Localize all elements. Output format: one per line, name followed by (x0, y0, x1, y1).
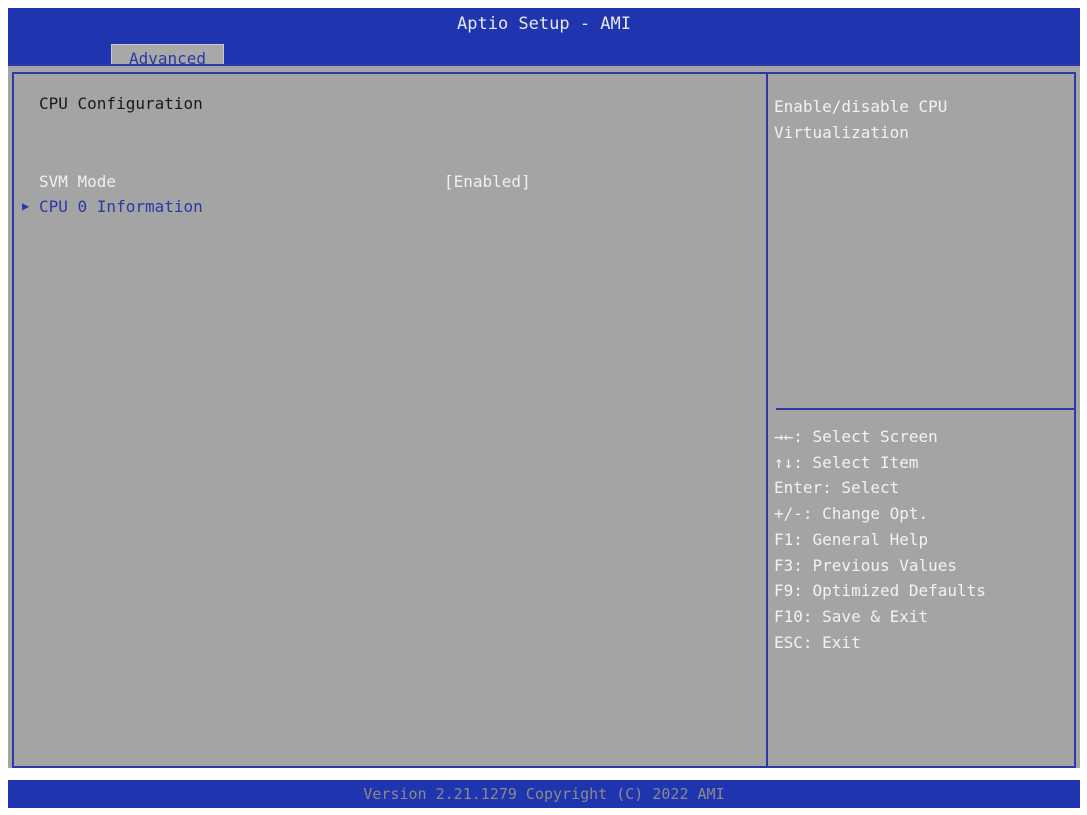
option-svm-mode-value[interactable]: [Enabled] (444, 172, 531, 191)
title-bar: Aptio Setup - AMI Advanced (8, 8, 1080, 72)
help-description: Enable/disable CPU Virtualization (774, 94, 1064, 146)
help-line: Virtualization (774, 123, 909, 142)
key-select-item: ↑↓: Select Item (774, 452, 919, 472)
main-panel: CPU Configuration SVM Mode [Enabled] ▶ C… (8, 64, 1080, 768)
key-esc-exit: ESC: Exit (774, 632, 861, 652)
section-title: CPU Configuration (39, 94, 203, 113)
key-change-opt: +/-: Change Opt. (774, 504, 929, 524)
help-divider (776, 408, 1076, 410)
key-enter-select: Enter: Select (774, 478, 900, 498)
panel-border (12, 72, 1076, 768)
help-line: Enable/disable CPU (774, 97, 948, 116)
option-svm-mode[interactable]: SVM Mode (39, 172, 116, 191)
key-save-exit: F10: Save & Exit (774, 606, 929, 626)
triangle-right-icon: ▶ (22, 199, 30, 213)
key-optimized-defaults: F9: Optimized Defaults (774, 581, 986, 601)
key-general-help: F1: General Help (774, 529, 929, 549)
app-title: Aptio Setup - AMI (457, 14, 631, 34)
submenu-cpu-0-information[interactable]: CPU 0 Information (39, 197, 203, 216)
key-select-screen: →←: Select Screen (774, 427, 938, 446)
key-legend: →←: Select Screen ↑↓: Select Item Enter:… (774, 424, 1074, 655)
footer-version: Version 2.21.1279 Copyright (C) 2022 AMI (8, 780, 1080, 808)
vertical-divider (766, 72, 768, 768)
key-previous-values: F3: Previous Values (774, 555, 958, 575)
